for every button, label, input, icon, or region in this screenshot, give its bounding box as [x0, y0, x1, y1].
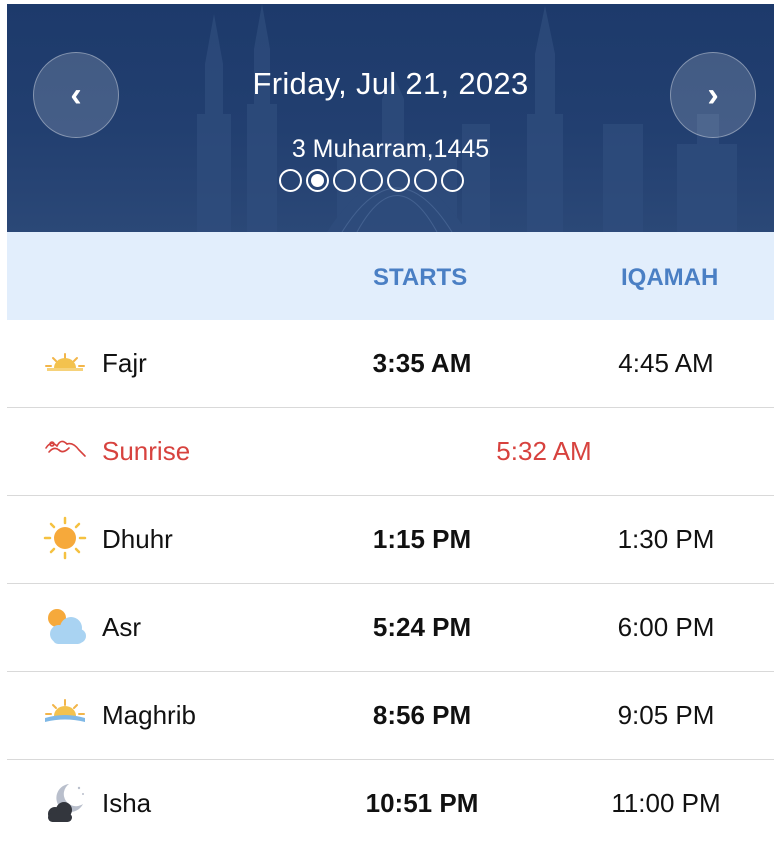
iqamah-time: 6:00 PM	[617, 612, 715, 642]
sunrise-dawn-icon	[45, 353, 85, 371]
date-header: ‹ › Friday, Jul 21, 2023 3 Muharram,1445	[7, 4, 774, 232]
prayer-row-isha: Isha 10:51 PM 11:00 PM	[7, 760, 774, 848]
page-dot[interactable]	[387, 169, 410, 192]
iqamah-time: 9:05 PM	[617, 700, 715, 730]
prayer-name: Isha	[102, 788, 152, 818]
prayer-name: Dhuhr	[102, 524, 173, 554]
iqamah-time: 4:45 AM	[618, 348, 714, 378]
page-dot[interactable]	[360, 169, 383, 192]
prayer-name: Maghrib	[102, 700, 196, 730]
starts-time: 10:51 PM	[365, 788, 479, 818]
starts-time: 3:35 AM	[372, 348, 472, 378]
prayer-name: Sunrise	[102, 436, 191, 466]
starts-time: 8:56 PM	[372, 700, 472, 730]
prayer-name: Asr	[102, 612, 141, 642]
gregorian-date: Friday, Jul 21, 2023	[252, 66, 529, 101]
iqamah-time: 1:30 PM	[617, 524, 715, 554]
page-dot[interactable]	[333, 169, 356, 192]
page-dot[interactable]	[441, 169, 464, 192]
sunrise-time: 5:32 AM	[496, 436, 592, 466]
starts-time: 1:15 PM	[372, 524, 472, 554]
starts-time: 5:24 PM	[372, 612, 472, 642]
sun-icon	[43, 516, 87, 560]
sunset-icon	[45, 699, 85, 722]
hijri-date: 3 Muharram,1445	[291, 135, 490, 163]
page-dot-active[interactable]	[306, 169, 329, 192]
prayer-row-sunrise: Sunrise 5:32 AM	[7, 408, 774, 496]
prayer-row-dhuhr: Dhuhr 1:15 PM 1:30 PM	[7, 496, 774, 584]
page-dot[interactable]	[279, 169, 302, 192]
sun-behind-cloud-icon	[48, 609, 86, 644]
prayer-name: Fajr	[102, 348, 147, 378]
mosque-background-image	[197, 4, 737, 232]
prayer-row-maghrib: Maghrib 8:56 PM 9:05 PM	[7, 672, 774, 760]
bird-icon	[45, 440, 86, 457]
page-dot[interactable]	[414, 169, 437, 192]
prayer-row-asr: Asr 5:24 PM 6:00 PM	[7, 584, 774, 672]
column-header-row: STARTS IQAMAH	[7, 232, 774, 320]
iqamah-time: 11:00 PM	[611, 788, 721, 818]
iqamah-column-header: IQAMAH	[621, 264, 719, 291]
page-indicator	[279, 169, 464, 192]
prayer-row-fajr: Fajr 3:35 AM 4:45 AM	[7, 320, 774, 408]
moon-cloud-icon	[48, 784, 84, 822]
starts-column-header: STARTS	[373, 264, 468, 291]
